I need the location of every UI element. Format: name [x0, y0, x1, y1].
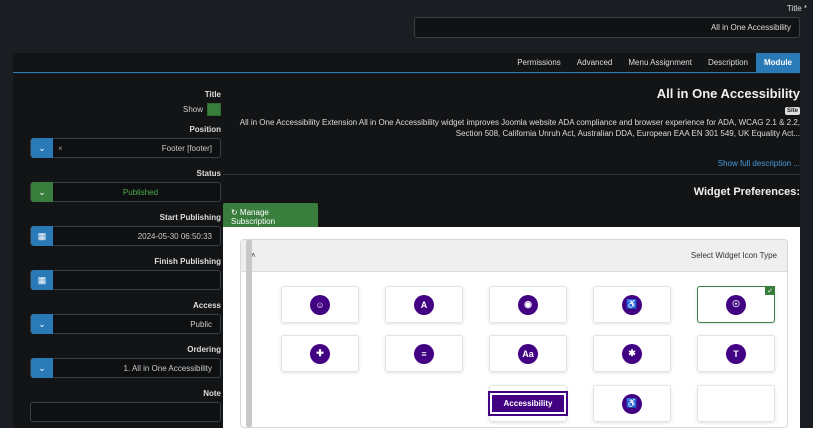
- icon-option-card[interactable]: ♿: [593, 286, 671, 323]
- select-icon-header: Select Widget Icon Type: [690, 251, 777, 260]
- title-label: Title *: [786, 4, 807, 13]
- tab-permissions[interactable]: Permissions: [509, 53, 569, 72]
- site-badge: Site: [784, 107, 800, 115]
- tab-module[interactable]: Module: [756, 53, 800, 72]
- tab-advanced[interactable]: Advanced: [569, 53, 621, 72]
- ordering-label: Ordering: [187, 345, 221, 354]
- chevron-down-icon[interactable]: ⌄: [31, 138, 53, 158]
- tab-menu-assignment[interactable]: Menu Assignment: [620, 53, 700, 72]
- icon-option-card[interactable]: A: [385, 286, 463, 323]
- accessibility-text-button: Accessibility: [488, 391, 568, 416]
- start-publishing-value: 2024-05-30 06:50:33: [137, 231, 212, 241]
- icon-option-card[interactable]: Accessibility: [488, 385, 568, 422]
- contrast-aa-icon: Aa: [518, 343, 538, 364]
- sliders-icon: ≡: [414, 343, 434, 364]
- start-publishing-field[interactable]: ▦ 2024-05-30 06:50:33: [30, 226, 221, 246]
- icon-option-card[interactable]: T: [697, 335, 775, 372]
- widget-preferences-title: Widget Preferences:: [693, 186, 800, 198]
- show-title-toggle[interactable]: [207, 103, 221, 116]
- icon-option-card[interactable]: Aa: [489, 335, 567, 372]
- wheelchair-icon: ♿: [622, 294, 642, 315]
- icon-option-card[interactable]: ✓ ☉: [697, 286, 775, 323]
- lifebuoy-icon: ✚: [310, 343, 330, 364]
- note-label: Note: [203, 389, 221, 398]
- gear-icon: ✱: [622, 343, 642, 364]
- text-tt-icon: T: [726, 343, 746, 364]
- calendar-icon[interactable]: ▦: [31, 270, 53, 290]
- access-value: Public: [190, 319, 212, 329]
- icon-option-card[interactable]: ☺: [281, 286, 359, 323]
- calendar-icon[interactable]: ▦: [31, 226, 53, 246]
- icon-option-card[interactable]: ✱: [593, 335, 671, 372]
- status-label: Status: [196, 169, 221, 178]
- finish-publishing-label: Finish Publishing: [154, 257, 221, 266]
- access-select[interactable]: ⌄ Public: [30, 314, 221, 334]
- checkmark-icon: ✓: [765, 286, 775, 295]
- icon-option-card[interactable]: ♿: [593, 385, 671, 422]
- show-full-description-link[interactable]: Show full description ...: [718, 159, 800, 168]
- wheelchair-circle-icon: ♿: [622, 393, 642, 414]
- status-value: Published: [122, 187, 159, 197]
- scrollbar[interactable]: [246, 240, 252, 427]
- eye-icon: ◉: [518, 294, 538, 315]
- icon-option-card[interactable]: ≡: [385, 335, 463, 372]
- position-select[interactable]: ⌄ × Footer [footer]: [30, 138, 221, 158]
- sidebar: Title Show Position ⌄ × Footer [footer] …: [30, 90, 221, 422]
- note-input[interactable]: [30, 402, 221, 422]
- divider: [223, 174, 800, 175]
- chevron-down-icon[interactable]: ⌄: [31, 182, 53, 202]
- finish-publishing-field[interactable]: ▦: [30, 270, 221, 290]
- person-icon: ☺: [310, 294, 330, 315]
- module-panel: Title Show Position ⌄ × Footer [footer] …: [13, 74, 800, 428]
- tab-description[interactable]: Description: [700, 53, 756, 72]
- module-title: All in One Accessibility: [656, 86, 800, 101]
- start-publishing-label: Start Publishing: [159, 213, 221, 222]
- icon-type-accordion: ˄ Select Widget Icon Type ✓ ☉ ♿ ◉ A ☺ T …: [240, 239, 788, 428]
- text-size-icon: A: [414, 294, 434, 315]
- icon-option-card[interactable]: [697, 385, 775, 422]
- tab-bar: Module Description Menu Assignment Advan…: [13, 53, 800, 73]
- ordering-value: 1. All in One Accessibility: [123, 363, 212, 373]
- accessibility-person-icon: ☉: [726, 294, 746, 315]
- chevron-down-icon[interactable]: ⌄: [31, 358, 53, 378]
- icon-option-card[interactable]: ✚: [281, 335, 359, 372]
- chevron-down-icon[interactable]: ⌄: [31, 314, 53, 334]
- main-content: All in One Accessibility Site All in One…: [223, 86, 800, 428]
- status-select[interactable]: ⌄ Published: [30, 182, 221, 202]
- title-toggle-label: Title: [204, 90, 221, 99]
- icon-option-card[interactable]: ◉: [489, 286, 567, 323]
- position-value: Footer [footer]: [161, 143, 212, 153]
- position-label: Position: [189, 125, 221, 134]
- module-description: All in One Accessibility Extension All i…: [239, 118, 800, 138]
- access-label: Access: [192, 301, 221, 310]
- clear-icon[interactable]: ×: [58, 144, 63, 153]
- accordion-header[interactable]: ˄ Select Widget Icon Type: [241, 240, 787, 272]
- widget-settings-frame: ˄ Select Widget Icon Type ✓ ☉ ♿ ◉ A ☺ T …: [223, 227, 800, 428]
- show-label: Show: [182, 105, 203, 114]
- title-toggle-row: Show: [30, 103, 221, 116]
- title-input[interactable]: [414, 17, 800, 38]
- ordering-select[interactable]: ⌄ 1. All in One Accessibility: [30, 358, 221, 378]
